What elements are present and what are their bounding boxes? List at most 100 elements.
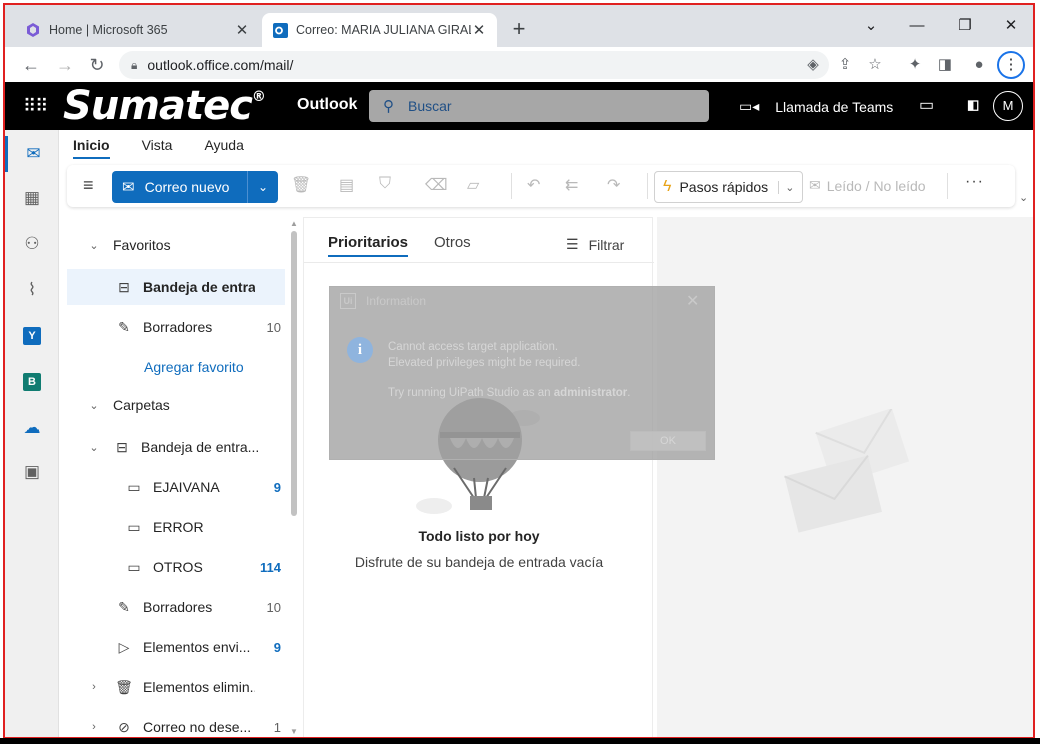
microsoft365-icon [25, 22, 41, 38]
hamburger-icon[interactable]: ≡ [83, 175, 94, 196]
tab-inicio[interactable]: Inicio [73, 137, 110, 159]
address-bar-row: ← → ↻ 🔒︎ outlook.office.com/mail/ ◈ ⇪ ☆ … [5, 47, 1033, 83]
folders-header[interactable]: ⌄ Carpetas [67, 387, 285, 423]
dialog-line-3-prefix: Try running UiPath Studio as an [388, 387, 554, 399]
tab-microsoft365[interactable]: Home | Microsoft 365 ✕ [15, 13, 260, 47]
folder-label: Bandeja de entra... [143, 279, 255, 295]
restore-button[interactable]: ❐ [943, 11, 987, 41]
folder-otros[interactable]: ▭ OTROS 114 [67, 549, 285, 585]
folder-ejaivana[interactable]: ▭ EJAIVANA 9 [67, 469, 285, 505]
chevron-down-icon: ⌄ [89, 239, 99, 252]
tab-search-icon[interactable]: ⌄ [849, 11, 893, 41]
folder-junk[interactable]: › ⊘ Correo no dese... 1 [67, 709, 285, 737]
tab-ayuda[interactable]: Ayuda [204, 137, 243, 159]
tab-outlook[interactable]: Correo: MARIA JULIANA GIRALDO ✕ [262, 13, 497, 47]
inbox-icon: ⊟ [116, 438, 128, 455]
filter-button[interactable]: ☰ Filtrar [566, 236, 624, 253]
folder-label: Correo no dese... [143, 719, 252, 735]
share-icon[interactable]: ⇪ [833, 53, 857, 77]
more-apps-icon[interactable]: ▣ [5, 454, 59, 490]
folder-sent[interactable]: ▷ Elementos envi... 9 [67, 629, 285, 665]
close-icon[interactable]: ✕ [686, 291, 699, 311]
new-tab-button[interactable]: + [505, 16, 533, 44]
more-options-button[interactable]: ··· [965, 173, 984, 191]
tab-vista[interactable]: Vista [142, 137, 173, 159]
bookmark-star-icon[interactable]: ☆ [863, 53, 887, 77]
quick-steps-button[interactable]: ϟ Pasos rápidos ⌄ [654, 171, 804, 203]
search-input[interactable]: ⚲ Buscar [369, 90, 709, 122]
app-launcher-icon[interactable]: ⠿⠿ [23, 96, 48, 117]
favorites-header[interactable]: ⌄ Favoritos [67, 227, 285, 263]
chevron-down-icon[interactable]: ⌄ [778, 180, 794, 194]
tab-other[interactable]: Otros [434, 234, 471, 251]
app-name[interactable]: Outlook [297, 96, 357, 114]
mail-icon[interactable]: ✉ [5, 136, 59, 172]
sweep-icon[interactable]: ⌫ [425, 175, 448, 195]
profile-icon[interactable]: ● [967, 53, 991, 77]
dialog-line-2: Elevated privileges might be required. [388, 357, 581, 369]
calendar-icon[interactable]: ▦ [5, 180, 59, 216]
archive-icon[interactable]: ▤ [339, 175, 354, 195]
folder-error[interactable]: ▭ ERROR [67, 509, 285, 545]
back-icon[interactable]: ← [17, 51, 45, 79]
ok-button[interactable]: OK [630, 431, 706, 451]
reply-icon[interactable]: ↶ [527, 175, 540, 195]
folder-inbox[interactable]: ⌄ ⊟ Bandeja de entra... [67, 429, 285, 465]
forward-mail-icon[interactable]: ↷ [607, 175, 620, 195]
scroll-up-icon[interactable]: ▲ [290, 219, 298, 228]
tab-title: Correo: MARIA JULIANA GIRALDO [296, 23, 471, 37]
chevron-right-icon[interactable]: › [87, 681, 101, 693]
information-dialog: Ui Information ✕ i Cannot access target … [329, 286, 715, 460]
forward-icon[interactable]: → [51, 51, 79, 79]
url-bar[interactable]: 🔒︎ outlook.office.com/mail/ [119, 51, 829, 79]
attachment-icon[interactable]: ⌇ [5, 272, 59, 308]
chevron-right-icon[interactable]: › [87, 721, 101, 733]
folder-label: OTROS [153, 559, 203, 575]
folder-count: 10 [266, 599, 281, 615]
report-shield-icon[interactable]: ⛉ [379, 175, 391, 193]
tab-focused[interactable]: Prioritarios [328, 234, 409, 257]
chevron-down-icon[interactable]: ⌄ [248, 180, 278, 194]
onedrive-icon[interactable]: ☁ [5, 410, 59, 446]
taskbar-strip [0, 738, 1040, 744]
folder-scrollbar[interactable] [291, 231, 297, 516]
folder-label: Elementos envi... [143, 639, 251, 655]
reload-icon[interactable]: ↻ [83, 51, 111, 79]
reply-all-icon[interactable]: ⇇ [565, 175, 578, 195]
quick-steps-label: Pasos rápidos [679, 179, 769, 195]
folder-label: Bandeja de entra... [141, 439, 260, 455]
move-to-folder-icon[interactable]: ▱ [467, 175, 479, 195]
close-tab-icon[interactable]: ✕ [234, 21, 250, 39]
read-unread-button[interactable]: ✉ Leído / No leído [809, 177, 926, 194]
ribbon-expand-icon[interactable]: ⌄ [1019, 191, 1028, 204]
chrome-menu-icon[interactable]: ⋮ [997, 51, 1025, 79]
browser-window: Home | Microsoft 365 ✕ Correo: MARIA JUL… [3, 3, 1035, 739]
close-window-button[interactable]: ✕ [989, 11, 1033, 41]
folder-label: ERROR [153, 519, 204, 535]
teams-call-button[interactable]: ▭◂ Llamada de Teams [739, 98, 893, 115]
favorite-drafts[interactable]: ✎ Borradores 10 [67, 309, 285, 345]
close-tab-icon[interactable]: ✕ [471, 21, 487, 39]
send-icon: ▷ [118, 638, 130, 655]
pencil-icon: ✎ [118, 318, 130, 335]
delete-icon[interactable]: 🗑︎ [291, 175, 311, 195]
feedback-icon[interactable]: ▭ [919, 95, 934, 115]
add-favorite-link[interactable]: Agregar favorito [67, 349, 285, 385]
yammer-icon[interactable]: Y [5, 318, 59, 354]
chevron-down-icon[interactable]: ⌄ [87, 441, 101, 454]
avatar[interactable]: M [993, 91, 1023, 121]
office-icon[interactable]: ◧ [967, 97, 979, 113]
folder-count: 9 [273, 479, 281, 495]
people-icon[interactable]: ⚇ [5, 226, 59, 262]
minimize-button[interactable]: — [895, 11, 939, 41]
logo-text: Sumatec [63, 83, 253, 129]
favorite-inbox[interactable]: ⊟ Bandeja de entra... [67, 269, 285, 305]
folder-deleted[interactable]: › 🗑︎ Elementos elimin... [67, 669, 285, 705]
scroll-down-icon[interactable]: ▼ [290, 727, 298, 736]
bookings-icon[interactable]: B [5, 364, 59, 400]
extensions-puzzle-icon[interactable]: ✦ [903, 53, 927, 77]
folder-drafts[interactable]: ✎ Borradores 10 [67, 589, 285, 625]
extension-diamond-icon[interactable]: ◈ [801, 53, 825, 77]
side-panel-icon[interactable]: ◨ [933, 53, 957, 77]
new-mail-button[interactable]: ✉ Correo nuevo ⌄ [112, 171, 278, 203]
